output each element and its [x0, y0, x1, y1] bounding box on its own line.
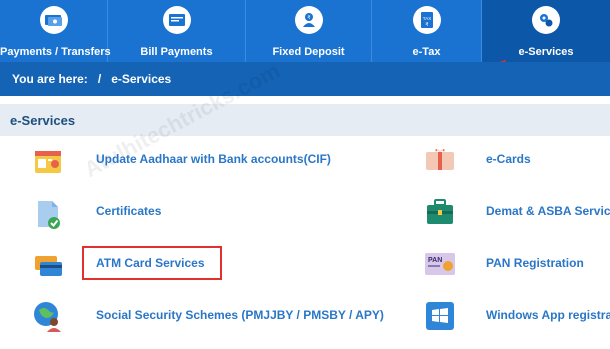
breadcrumb-prefix: You are here: — [12, 72, 88, 86]
atm-card-icon — [35, 256, 62, 276]
social-security-icon — [34, 302, 61, 332]
top-navigation: Payments / Transfers Bill Payments ₹ Fix… — [0, 0, 610, 62]
service-label: e-Cards — [486, 152, 531, 166]
service-pan-registration[interactable]: PAN Registration — [486, 255, 584, 271]
payments-icon — [39, 6, 68, 34]
tab-e-tax[interactable]: TAX ₹ e-Tax — [372, 0, 482, 62]
service-update-aadhaar[interactable]: Update Aadhaar with Bank accounts(CIF) — [96, 151, 331, 167]
tab-bill-payments[interactable]: Bill Payments — [108, 0, 246, 62]
tab-label: Fixed Deposit — [272, 46, 345, 58]
section-title: e-Services — [0, 104, 610, 136]
pan-card-icon: PAN — [425, 253, 455, 275]
svg-text:₹: ₹ — [425, 22, 428, 28]
service-social-security[interactable]: Social Security Schemes (PMJJBY / PMSBY … — [96, 307, 384, 323]
deposit-icon: ₹ — [294, 6, 323, 34]
bill-icon — [162, 6, 191, 34]
service-label: PAN Registration — [486, 256, 584, 270]
briefcase-icon — [427, 199, 453, 224]
svg-text:TAX: TAX — [422, 16, 430, 21]
service-label: Update Aadhaar with Bank accounts(CIF) — [96, 152, 331, 166]
service-label: Certificates — [96, 204, 162, 218]
tab-payments-transfers[interactable]: Payments / Transfers — [0, 0, 111, 62]
windows-icon — [426, 302, 454, 330]
certificate-icon — [38, 201, 60, 229]
eservices-icon — [532, 6, 560, 34]
service-e-cards[interactable]: e-Cards — [486, 151, 531, 167]
breadcrumb: You are here: / e-Services — [0, 62, 610, 96]
service-label: Demat & ASBA Services — [486, 204, 610, 218]
highlight-box — [82, 246, 222, 280]
service-demat-asba[interactable]: Demat & ASBA Services — [486, 203, 610, 219]
service-label: Social Security Schemes (PMJJBY / PMSBY … — [96, 308, 384, 322]
tab-e-services[interactable]: e-Services — [482, 0, 610, 62]
tab-label: Payments / Transfers — [0, 46, 111, 58]
svg-text:PAN: PAN — [428, 257, 442, 264]
svg-text:₹: ₹ — [307, 15, 310, 21]
aadhaar-card-icon — [35, 151, 61, 173]
service-windows-app[interactable]: Windows App registration — [486, 307, 610, 323]
tab-fixed-deposit[interactable]: ₹ Fixed Deposit — [246, 0, 372, 62]
gift-card-icon — [426, 149, 454, 170]
tab-label: e-Tax — [412, 46, 441, 58]
tab-label: Bill Payments — [140, 46, 213, 58]
breadcrumb-current[interactable]: e-Services — [111, 72, 171, 86]
service-label: Windows App registration — [486, 308, 610, 322]
service-certificates[interactable]: Certificates — [96, 203, 161, 219]
tax-icon: TAX ₹ — [412, 6, 441, 34]
